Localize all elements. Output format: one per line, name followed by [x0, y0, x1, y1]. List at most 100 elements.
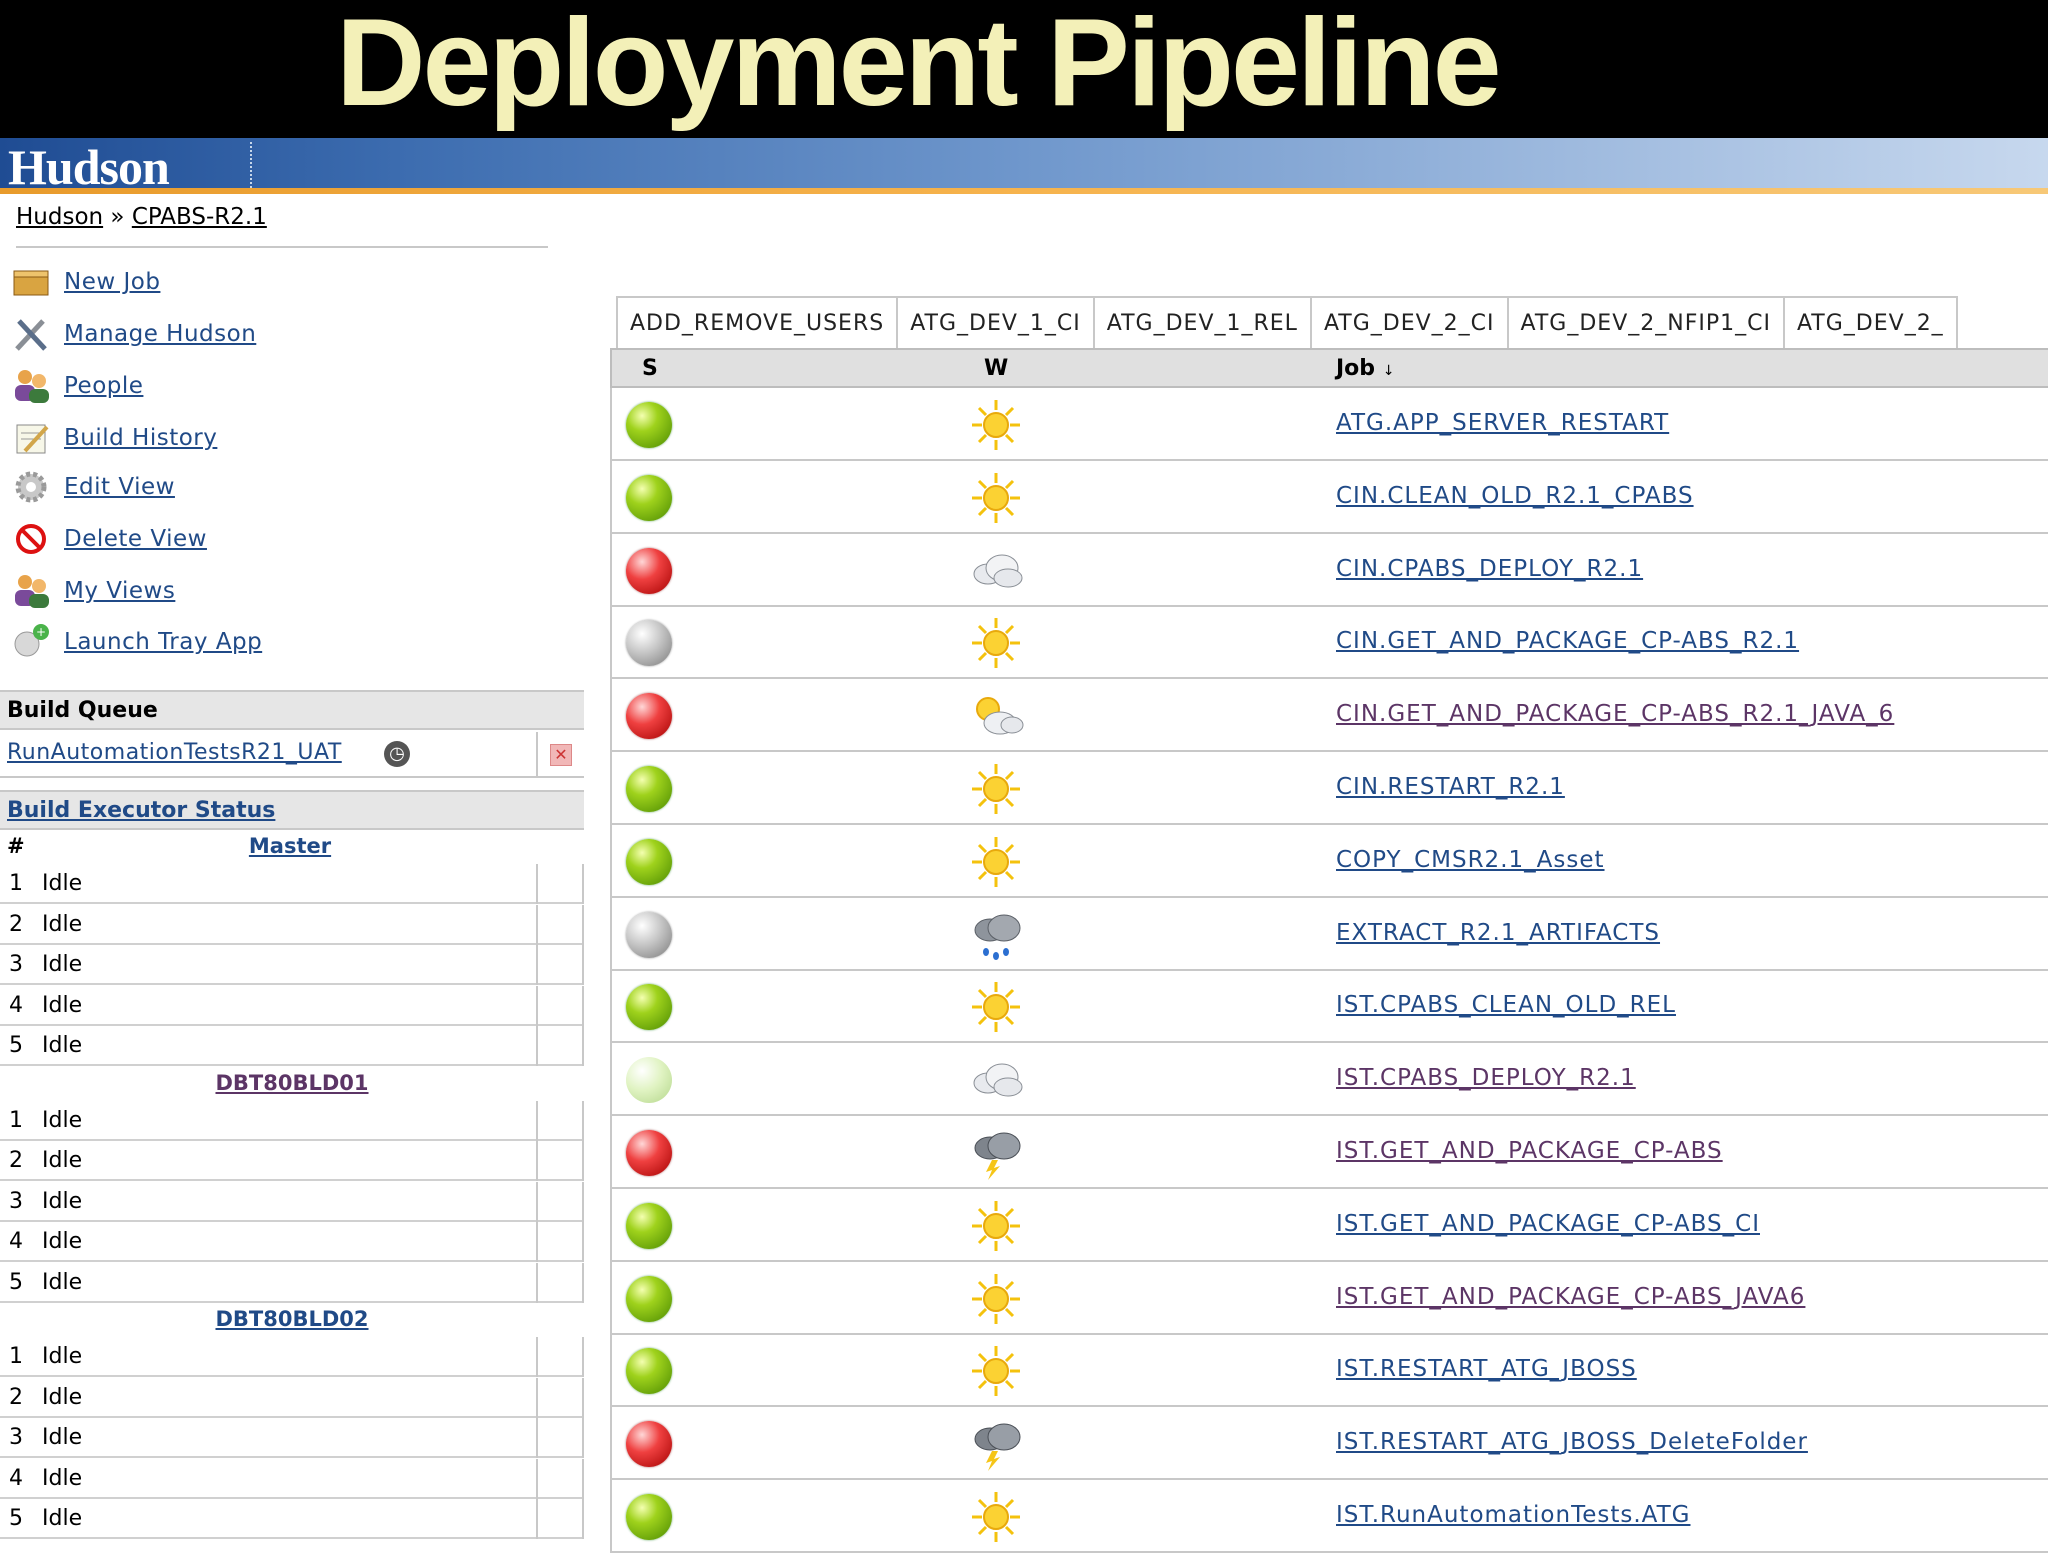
job-link[interactable]: IST.CPABS_DEPLOY_R2.1	[1336, 1065, 1636, 1091]
executor-status: Idle	[42, 1148, 83, 1173]
cancel-queue-icon[interactable]: ✕	[550, 744, 572, 766]
executor-divider	[536, 985, 538, 1026]
status-pale-ball-icon[interactable]	[626, 1057, 672, 1104]
tab-atg-dev-2-nfip1-ci[interactable]: ATG_DEV_2_NFIP1_CI	[1506, 296, 1785, 348]
weather-sunny-icon[interactable]	[966, 760, 1026, 818]
node-master-link[interactable]: Master	[0, 834, 580, 858]
weather-sunny-icon[interactable]	[966, 833, 1026, 891]
status-green-ball-icon[interactable]	[626, 1348, 672, 1395]
status-green-ball-icon[interactable]	[626, 1202, 672, 1249]
weather-sunny-icon[interactable]	[966, 1342, 1026, 1400]
status-red-ball-icon[interactable]	[626, 1421, 672, 1468]
job-row: CIN.RESTART_R2.1	[610, 752, 2048, 825]
breadcrumb-separator: »	[110, 204, 125, 230]
weather-sunny-icon[interactable]	[966, 614, 1026, 672]
build-queue-header: Build Queue	[0, 690, 584, 730]
job-link[interactable]: COPY_CMSR2.1_Asset	[1336, 847, 1605, 873]
weather-storm-icon[interactable]	[966, 1124, 1026, 1182]
status-red-ball-icon[interactable]	[626, 547, 672, 594]
weather-storm-icon[interactable]	[966, 1415, 1026, 1473]
status-green-ball-icon[interactable]	[626, 1494, 672, 1540]
menu-item-new-job[interactable]: New Job	[8, 260, 160, 304]
job-link[interactable]: CIN.GET_AND_PACKAGE_CP-ABS_R2.1	[1336, 628, 1799, 654]
weather-sunny-icon[interactable]	[966, 1197, 1026, 1255]
status-green-ball-icon[interactable]	[626, 474, 672, 521]
job-link[interactable]: CIN.CPABS_DEPLOY_R2.1	[1336, 556, 1643, 582]
executor-status: Idle	[42, 871, 83, 896]
weather-partly-cloudy-icon[interactable]	[966, 687, 1026, 745]
job-link[interactable]: IST.GET_AND_PACKAGE_CP-ABS	[1336, 1138, 1723, 1164]
logo-divider	[250, 142, 253, 188]
weather-sunny-icon[interactable]	[966, 396, 1026, 454]
status-green-ball-icon[interactable]	[626, 766, 672, 812]
breadcrumb-root[interactable]: Hudson	[16, 204, 103, 230]
executor-number: 5	[9, 1506, 23, 1531]
weather-column-header[interactable]: W	[984, 356, 1008, 381]
executor-status: Idle	[42, 1033, 83, 1058]
menu-item-label[interactable]: Manage Hudson	[64, 321, 256, 347]
job-link[interactable]: EXTRACT_R2.1_ARTIFACTS	[1336, 920, 1660, 946]
job-link[interactable]: ATG.APP_SERVER_RESTART	[1336, 410, 1669, 436]
breadcrumb-current[interactable]: CPABS-R2.1	[132, 204, 267, 230]
people-icon	[8, 364, 54, 408]
weather-sunny-icon[interactable]	[966, 469, 1026, 527]
tab-atg-dev-2-ci[interactable]: ATG_DEV_2_CI	[1309, 296, 1509, 348]
status-red-ball-icon[interactable]	[626, 693, 672, 740]
executor-node-header: DBT80BLD02	[0, 1307, 584, 1339]
executor-status-title[interactable]: Build Executor Status	[7, 798, 275, 823]
job-link[interactable]: IST.RunAutomationTests.ATG	[1336, 1502, 1690, 1528]
weather-cloudy-icon[interactable]	[966, 1051, 1026, 1109]
job-row: EXTRACT_R2.1_ARTIFACTS	[610, 897, 2048, 971]
executor-divider	[536, 945, 538, 985]
executor-divider	[536, 1026, 538, 1066]
menu-item-label[interactable]: Edit View	[64, 474, 175, 500]
weather-cloudy-icon[interactable]	[966, 542, 1026, 600]
status-green-ball-icon[interactable]	[626, 402, 672, 448]
menu-item-my-views[interactable]: My Views	[8, 569, 175, 613]
job-link[interactable]: IST.RESTART_ATG_JBOSS	[1336, 1356, 1637, 1382]
job-link[interactable]: IST.GET_AND_PACKAGE_CP-ABS_JAVA6	[1336, 1284, 1805, 1310]
menu-item-label[interactable]: Build History	[64, 425, 217, 451]
menu-item-people[interactable]: People	[8, 364, 143, 408]
menu-item-label[interactable]: Launch Tray App	[64, 629, 262, 655]
status-column-header[interactable]: S	[642, 356, 658, 381]
job-link[interactable]: IST.RESTART_ATG_JBOSS_DeleteFolder	[1336, 1429, 1808, 1455]
job-link[interactable]: CIN.CLEAN_OLD_R2.1_CPABS	[1336, 483, 1694, 509]
job-link[interactable]: IST.CPABS_CLEAN_OLD_REL	[1336, 992, 1676, 1018]
menu-item-label[interactable]: People	[64, 373, 143, 399]
menu-item-delete-view[interactable]: Delete View	[8, 517, 207, 561]
status-green-ball-icon[interactable]	[626, 984, 672, 1031]
job-link[interactable]: CIN.GET_AND_PACKAGE_CP-ABS_R2.1_JAVA_6	[1336, 701, 1894, 727]
clock-icon: ◷	[384, 741, 410, 767]
tab-atg-dev-1-rel[interactable]: ATG_DEV_1_REL	[1092, 296, 1312, 348]
tab-atg-dev-1-ci[interactable]: ATG_DEV_1_CI	[896, 296, 1095, 348]
executor-divider	[536, 1141, 538, 1181]
weather-sunny-icon[interactable]	[966, 1270, 1026, 1328]
menu-item-label[interactable]: New Job	[64, 269, 160, 295]
status-grey-ball-icon[interactable]	[626, 620, 672, 667]
node-dbt80bld02-link[interactable]: DBT80BLD02	[215, 1307, 368, 1331]
menu-item-build-history[interactable]: Build History	[8, 416, 217, 460]
weather-rain-icon[interactable]	[966, 906, 1026, 964]
status-green-ball-icon[interactable]	[626, 1275, 672, 1322]
job-column-header[interactable]: Job ↓	[1336, 356, 1394, 381]
node-dbt80bld01-link[interactable]: DBT80BLD01	[215, 1071, 368, 1095]
tab-atg-dev-2-[interactable]: ATG_DEV_2_	[1782, 296, 1958, 348]
executor-row: 4 Idle	[0, 1458, 584, 1499]
weather-sunny-icon[interactable]	[966, 978, 1026, 1036]
menu-item-manage-hudson[interactable]: Manage Hudson	[8, 312, 256, 356]
status-red-ball-icon[interactable]	[626, 1130, 672, 1176]
executor-edge	[582, 1458, 584, 1499]
menu-item-launch-tray-app[interactable]: + Launch Tray App	[8, 620, 262, 664]
menu-item-edit-view[interactable]: Edit View	[8, 465, 175, 509]
tab-add-remove-users[interactable]: ADD_REMOVE_USERS	[616, 296, 899, 348]
status-grey-ball-icon[interactable]	[626, 911, 672, 958]
menu-item-label[interactable]: Delete View	[64, 526, 207, 552]
queued-job-link[interactable]: RunAutomationTestsR21_UAT	[7, 740, 342, 765]
status-green-ball-icon[interactable]	[626, 838, 672, 885]
job-link[interactable]: CIN.RESTART_R2.1	[1336, 774, 1565, 800]
weather-sunny-icon[interactable]	[966, 1488, 1026, 1546]
svg-text:+: +	[36, 625, 46, 639]
job-link[interactable]: IST.GET_AND_PACKAGE_CP-ABS_CI	[1336, 1211, 1760, 1237]
menu-item-label[interactable]: My Views	[64, 578, 175, 604]
